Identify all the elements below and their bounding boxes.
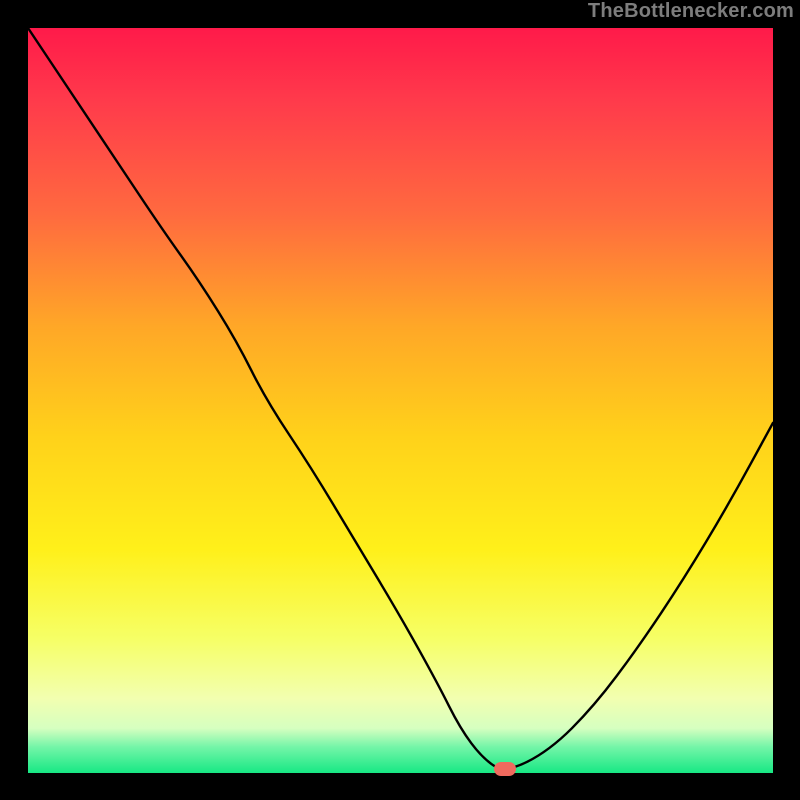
gradient-background — [28, 28, 773, 773]
chart-container: TheBottlenecker.com — [0, 0, 800, 800]
optimum-point — [494, 762, 516, 776]
plot-area — [28, 28, 773, 773]
plot-frame — [28, 28, 773, 773]
watermark-text: TheBottlenecker.com — [588, 0, 794, 23]
